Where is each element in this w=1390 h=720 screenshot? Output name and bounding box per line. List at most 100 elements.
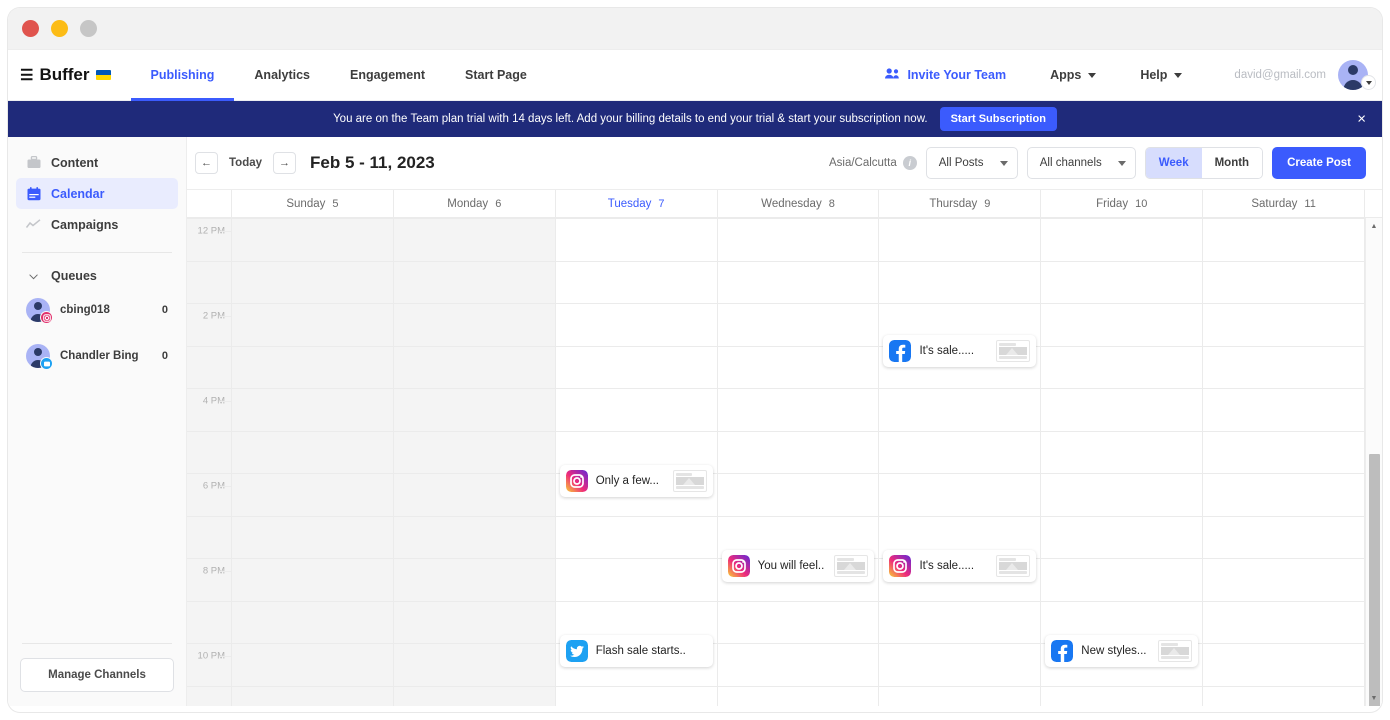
day-column-monday[interactable]: [393, 218, 556, 706]
ukraine-flag-icon: [95, 70, 111, 80]
time-tick: [219, 231, 231, 232]
calendar-post[interactable]: It's sale.....: [883, 335, 1037, 367]
calendar-post[interactable]: New styles...: [1045, 635, 1199, 667]
sidebar-item-content[interactable]: Content: [16, 147, 178, 178]
info-icon[interactable]: i: [902, 156, 917, 170]
calendar-day-headers: Sunday 5 Monday 6 Tuesday 7 Wednesday 8: [187, 190, 1382, 218]
view-mode-month[interactable]: Month: [1201, 148, 1263, 178]
day-header-thursday[interactable]: Thursday 9: [879, 190, 1042, 217]
grid-line: [232, 601, 393, 602]
chevron-down-icon: [1088, 72, 1097, 78]
queue-name: Chandler Bing: [60, 350, 139, 362]
grid-line: [717, 473, 879, 474]
grid-line: [1041, 686, 1203, 687]
calendar-post[interactable]: You will feel..: [721, 550, 875, 582]
buffer-logo[interactable]: ☰ Buffer: [8, 50, 131, 100]
grid-line: [187, 516, 231, 517]
grid-line: [1041, 261, 1203, 262]
start-subscription-button[interactable]: Start Subscription: [939, 107, 1057, 131]
close-window-button[interactable]: [22, 20, 39, 37]
grid-line: [879, 686, 1041, 687]
day-header-saturday[interactable]: Saturday 11: [1203, 190, 1366, 217]
day-column-friday[interactable]: New styles...: [1041, 218, 1204, 706]
scroll-down-icon[interactable]: ▼: [1366, 690, 1382, 706]
day-column-sunday[interactable]: [232, 218, 394, 706]
facebook-icon: [1051, 640, 1074, 662]
posts-filter-select[interactable]: All Posts: [925, 147, 1018, 179]
help-menu[interactable]: Help: [1118, 68, 1204, 82]
grid-line: [187, 218, 231, 219]
apps-menu[interactable]: Apps: [1028, 68, 1118, 82]
calendar-vertical-scrollbar[interactable]: ▲ ▼: [1365, 218, 1382, 706]
twitter-icon: [40, 357, 53, 370]
maximize-window-button[interactable]: [80, 20, 97, 37]
grid-line: [393, 473, 555, 474]
top-navigation: ☰ Buffer Publishing Analytics Engagement…: [8, 50, 1382, 101]
facebook-icon: [889, 340, 912, 362]
channels-filter-select[interactable]: All channels: [1026, 147, 1136, 179]
grid-line: [879, 431, 1041, 432]
invite-your-team-button[interactable]: Invite Your Team: [863, 68, 1028, 82]
grid-line: [1041, 431, 1203, 432]
day-name: Sunday: [286, 197, 326, 210]
grid-line: [717, 601, 879, 602]
post-text: It's sale.....: [919, 560, 975, 572]
sidebar-item-campaigns-label: Campaigns: [51, 217, 119, 232]
day-header-friday[interactable]: Friday 10: [1041, 190, 1204, 217]
avatar: [26, 344, 53, 370]
day-header-monday[interactable]: Monday 6: [394, 190, 556, 217]
tab-engagement[interactable]: Engagement: [330, 50, 445, 100]
view-mode-week[interactable]: Week: [1145, 148, 1202, 178]
queue-item-cbing018[interactable]: cbing018 0: [16, 293, 178, 327]
buffer-stack-icon: ☰: [20, 66, 34, 84]
previous-week-button[interactable]: ←: [195, 152, 218, 174]
minimize-window-button[interactable]: [51, 20, 68, 37]
tab-start-page[interactable]: Start Page: [445, 50, 547, 100]
scrollbar-thumb[interactable]: [1369, 454, 1380, 706]
people-icon: [885, 68, 900, 82]
sidebar-item-calendar[interactable]: Calendar: [16, 178, 178, 209]
time-tick: [219, 316, 231, 317]
tab-analytics[interactable]: Analytics: [234, 50, 330, 100]
queue-item-chandler-bing[interactable]: Chandler Bing 0: [16, 339, 178, 373]
calendar-post[interactable]: It's sale.....: [883, 550, 1037, 582]
grid-line: [717, 303, 879, 304]
day-column-wednesday[interactable]: You will feel..: [717, 218, 880, 706]
day-column-tuesday[interactable]: Only a few... Flash sale starts..: [555, 218, 718, 706]
apps-label: Apps: [1050, 68, 1082, 82]
scroll-up-icon[interactable]: ▲: [1366, 218, 1382, 234]
day-header-wednesday[interactable]: Wednesday 8: [718, 190, 880, 217]
manage-channels-button[interactable]: Manage Channels: [20, 658, 174, 692]
day-column-thursday[interactable]: It's sale..... It's sale.....: [879, 218, 1042, 706]
tab-publishing[interactable]: Publishing: [130, 50, 235, 101]
grid-line: [393, 558, 555, 559]
grid-line: [1203, 218, 1365, 219]
grid-line: [555, 346, 717, 347]
grid-line: [879, 303, 1041, 304]
time-gutter-header: [187, 190, 232, 217]
help-label: Help: [1140, 68, 1168, 82]
grid-line: [879, 643, 1041, 644]
calendar-post[interactable]: Only a few...: [559, 465, 713, 497]
post-text: Only a few...: [595, 475, 659, 487]
grid-line: [1041, 558, 1203, 559]
grid-line: [393, 388, 555, 389]
account-menu[interactable]: [1338, 60, 1376, 90]
chevron-down-icon: ⌵: [29, 269, 38, 282]
day-header-sunday[interactable]: Sunday 5: [232, 190, 394, 217]
day-number: 8: [828, 197, 835, 210]
queues-section-toggle[interactable]: ⌵ Queues: [16, 265, 178, 287]
calendar-post[interactable]: Flash sale starts..: [559, 635, 713, 667]
day-column-saturday[interactable]: [1203, 218, 1366, 706]
next-week-button[interactable]: →: [273, 152, 297, 174]
grid-line: [393, 686, 555, 687]
day-header-tuesday[interactable]: Tuesday 7: [556, 190, 718, 217]
sidebar: Content Calendar Campaigns ⌵ Queues cbin…: [8, 137, 187, 706]
time-tick: [219, 401, 231, 402]
grid-line: [393, 218, 555, 219]
grid-line: [1203, 558, 1365, 559]
create-post-button[interactable]: Create Post: [1272, 147, 1366, 179]
sidebar-item-campaigns[interactable]: Campaigns: [16, 209, 178, 240]
today-button[interactable]: Today: [218, 157, 273, 169]
close-icon[interactable]: ×: [1357, 112, 1366, 127]
